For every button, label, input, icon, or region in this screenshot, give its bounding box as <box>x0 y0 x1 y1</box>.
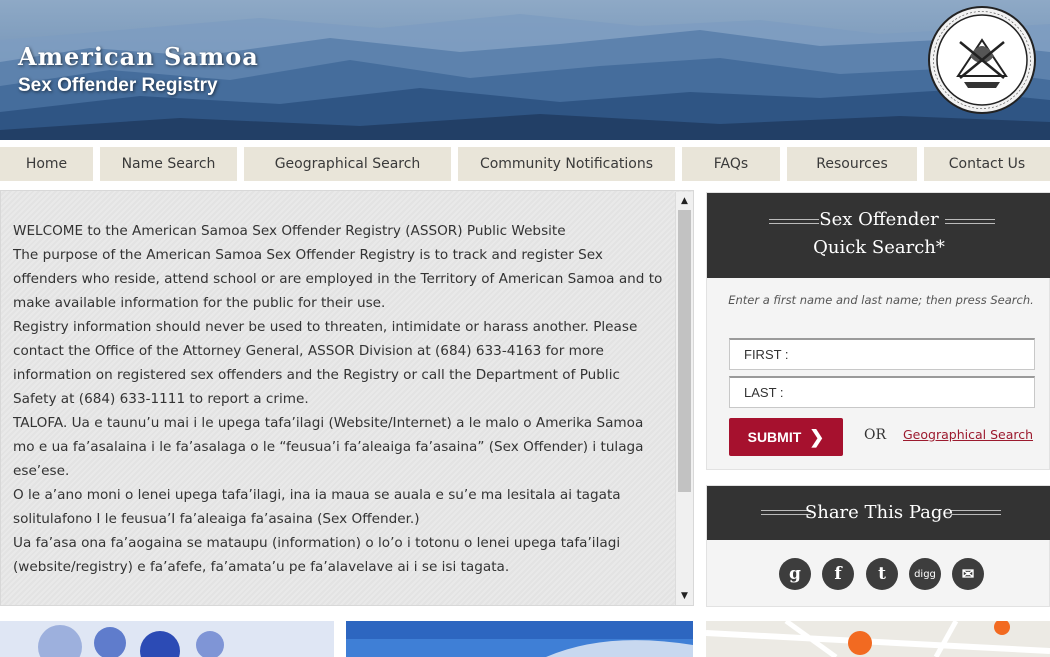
site-title: American Samoa <box>18 42 259 71</box>
or-label: OR <box>864 427 887 443</box>
quick-search-header: Sex Offender Quick Search* <box>707 193 1050 278</box>
welcome-paragraph: WELCOME to the American Samoa Sex Offend… <box>13 223 566 239</box>
contact-paragraph: Registry information should never be use… <box>13 319 638 407</box>
nav-item-contact-us[interactable]: Contact Us <box>924 147 1050 181</box>
welcome-text: WELCOME to the American Samoa Sex Offend… <box>13 219 663 579</box>
samoan-purpose-paragraph: O le a’ano moni o lenei upega tafa’ilagi… <box>13 487 621 527</box>
quick-search-title: Sex Offender <box>819 209 939 230</box>
chevron-right-icon: ❯ <box>809 426 825 447</box>
nav-item-home[interactable]: Home <box>0 147 93 181</box>
american-samoa-seal-icon[interactable] <box>928 6 1036 114</box>
nav-item-geographical-search[interactable]: Geographical Search <box>244 147 451 181</box>
samoan-warning-paragraph: Ua fa’asa ona fa’aogaina se mataupu (inf… <box>13 535 621 575</box>
submit-button[interactable]: SUBMIT ❯ <box>729 418 843 456</box>
email-icon[interactable]: ✉ <box>952 558 984 590</box>
scroll-down-icon[interactable]: ▼ <box>676 587 693 604</box>
last-name-input[interactable] <box>729 376 1035 408</box>
geographical-search-thumbnail[interactable] <box>706 621 1050 657</box>
name-search-thumbnail[interactable] <box>0 621 334 657</box>
scroll-up-icon[interactable]: ▲ <box>676 192 693 209</box>
nav-item-resources[interactable]: Resources <box>787 147 917 181</box>
share-header: Share This Page <box>707 486 1050 540</box>
nav-item-community-notifications[interactable]: Community Notifications <box>458 147 675 181</box>
quick-search-subtitle: Quick Search* <box>813 237 945 258</box>
google-icon[interactable]: g <box>779 558 811 590</box>
submit-label: SUBMIT <box>747 429 802 445</box>
nav-item-name-search[interactable]: Name Search <box>100 147 237 181</box>
site-subtitle: Sex Offender Registry <box>18 75 218 96</box>
quick-search-box: Sex Offender Quick Search* Enter a first… <box>706 192 1050 470</box>
share-page-box: Share This Page g f t digg ✉ <box>706 485 1050 607</box>
talofa-paragraph: TALOFA. Ua e taunu’u mai i le upega tafa… <box>13 415 644 479</box>
nav-item-faqs[interactable]: FAQs <box>682 147 780 181</box>
geographical-search-link[interactable]: Geographical Search <box>903 427 1033 442</box>
content-scrollbar[interactable]: ▲ ▼ <box>675 192 693 605</box>
main-nav: Home Name Search Geographical Search Com… <box>0 140 1050 188</box>
first-name-input[interactable] <box>729 338 1035 370</box>
purpose-paragraph: The purpose of the American Samoa Sex Of… <box>13 247 663 311</box>
quick-search-instructions: Enter a first name and last name; then p… <box>728 293 1034 307</box>
facebook-icon[interactable]: f <box>822 558 854 590</box>
site-header: American Samoa Sex Offender Registry <box>0 0 1050 140</box>
twitter-icon[interactable]: t <box>866 558 898 590</box>
digg-icon[interactable]: digg <box>909 558 941 590</box>
community-notifications-thumbnail[interactable] <box>346 621 693 657</box>
share-title: Share This Page <box>804 502 954 523</box>
welcome-content-panel[interactable]: WELCOME to the American Samoa Sex Offend… <box>0 190 694 606</box>
scroll-thumb[interactable] <box>678 210 691 492</box>
